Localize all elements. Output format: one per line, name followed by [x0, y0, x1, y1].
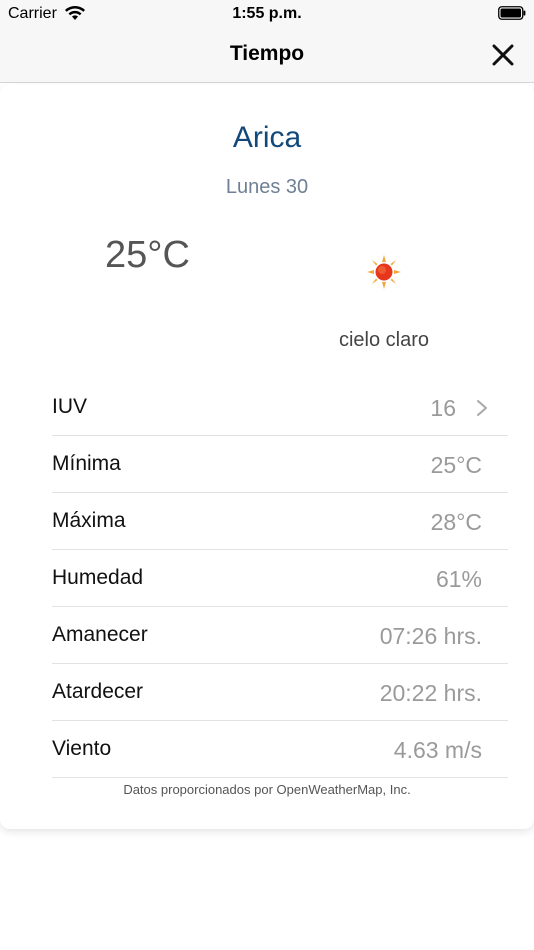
page-title: Tiempo	[229, 42, 305, 65]
row-label: Mínima	[52, 452, 121, 475]
list-item-humedad: Humedad 61%	[52, 550, 508, 607]
row-label: Atardecer	[52, 680, 144, 703]
row-value: 28°C	[430, 509, 482, 535]
weather-condition: cielo claro	[338, 329, 430, 351]
row-value: 07:26 hrs.	[379, 623, 482, 649]
attribution-text: Datos proporcionados por OpenWeatherMap,…	[123, 782, 411, 797]
row-label: IUV	[52, 395, 88, 418]
weather-card: Arica Lunes 30 25°C cielo claro IUV 16 M…	[0, 84, 534, 829]
weather-details-list: IUV 16 Mínima 25°C Máxima 28°C Humedad 6…	[52, 379, 508, 778]
list-item-minima: Mínima 25°C	[52, 436, 508, 493]
row-value: 16	[430, 395, 456, 421]
navigation-bar: Tiempo	[0, 28, 534, 83]
row-label: Humedad	[52, 566, 144, 589]
status-time: 1:55 p.m.	[232, 5, 302, 22]
chevron-right-icon	[477, 400, 487, 416]
list-item-iuv[interactable]: IUV 16	[52, 379, 508, 436]
close-icon[interactable]	[490, 42, 516, 68]
list-item-amanecer: Amanecer 07:26 hrs.	[52, 607, 508, 664]
status-bar: Carrier 1:55 p.m.	[0, 0, 534, 28]
date-label: Lunes 30	[225, 176, 309, 198]
row-value: 20:22 hrs.	[379, 680, 482, 706]
row-label: Viento	[52, 737, 112, 760]
row-value: 4.63 m/s	[393, 737, 482, 763]
current-temperature: 25°C	[105, 234, 190, 276]
sun-icon	[367, 255, 401, 289]
row-label: Máxima	[52, 509, 126, 532]
city-name: Arica	[232, 121, 302, 154]
list-item-maxima: Máxima 28°C	[52, 493, 508, 550]
row-value: 61%	[435, 566, 482, 592]
list-item-atardecer: Atardecer 20:22 hrs.	[52, 664, 508, 721]
list-item-viento: Viento 4.63 m/s	[52, 721, 508, 778]
row-label: Amanecer	[52, 623, 148, 646]
battery-icon	[498, 6, 526, 20]
row-value: 25°C	[430, 452, 482, 478]
